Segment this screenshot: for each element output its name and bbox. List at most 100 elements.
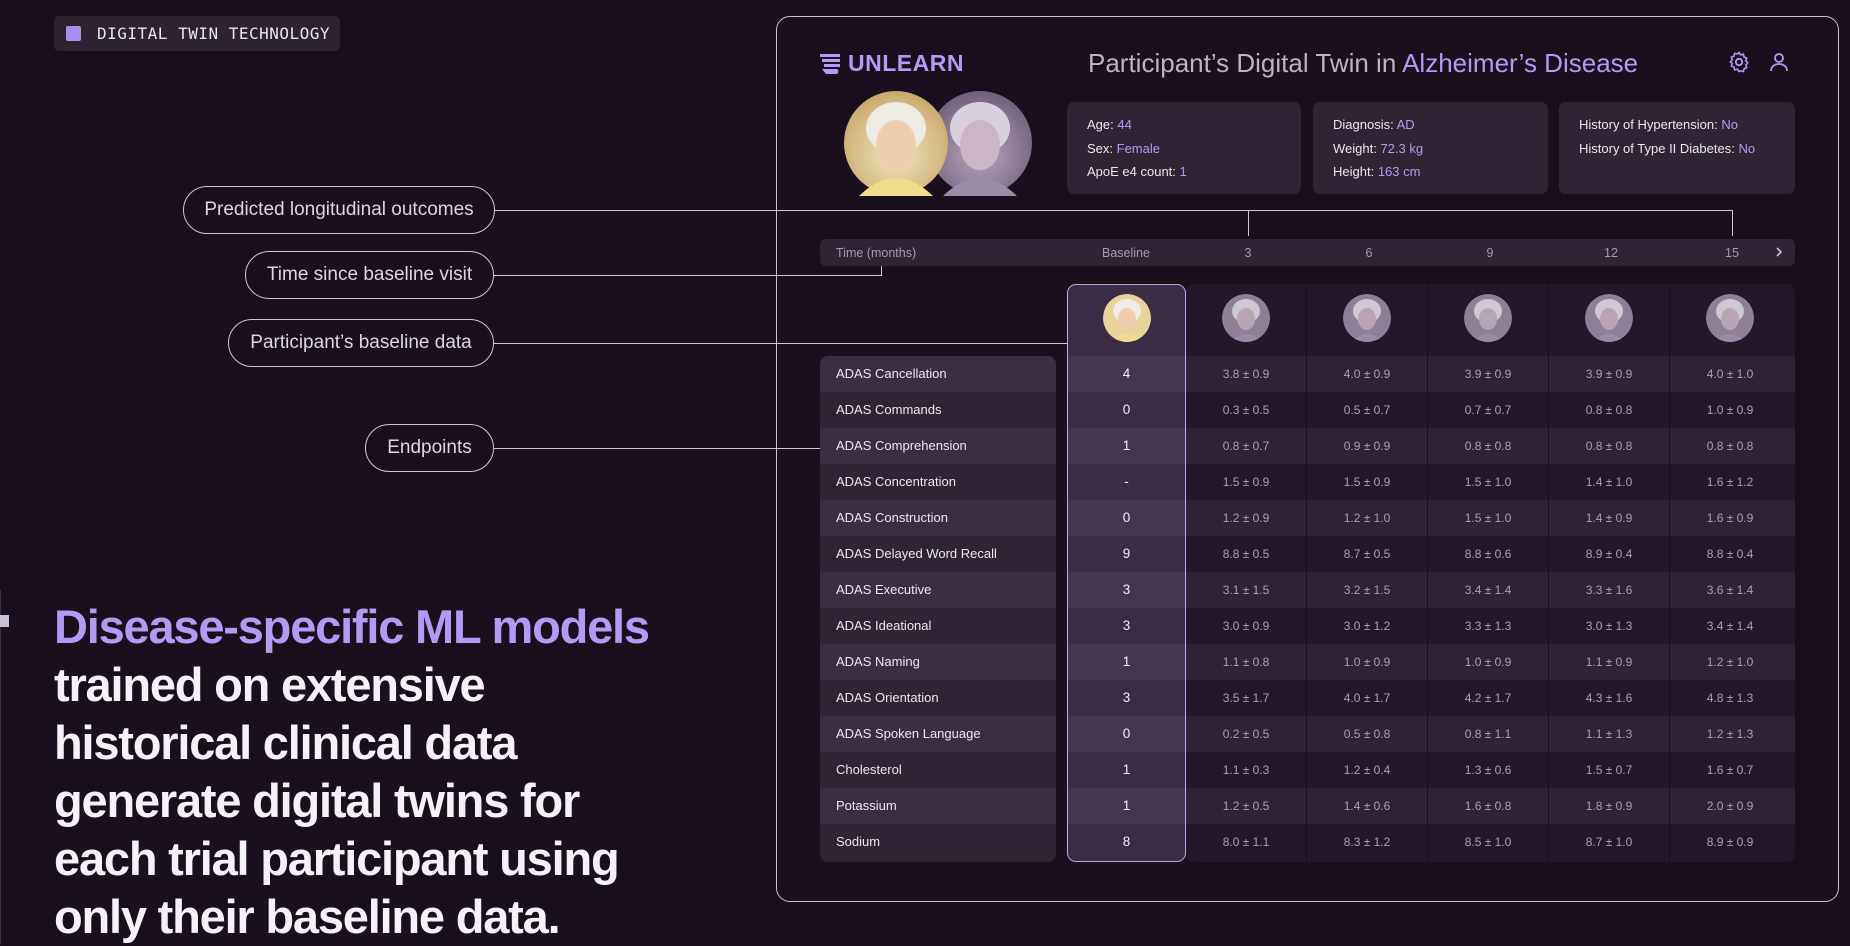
predicted-value: 1.0 ± 0.9 [1343,655,1391,669]
baseline-value: 0 [1122,402,1131,417]
predicted-value: 0.3 ± 0.5 [1222,403,1270,417]
headline-accent: Disease-specific ML models [54,600,650,653]
predicted-value: 1.4 ± 0.6 [1343,799,1391,813]
predicted-value: 4.0 ± 0.9 [1343,367,1391,381]
predicted-value: 0.8 ± 0.8 [1585,439,1633,453]
predicted-value: 1.5 ± 0.7 [1585,763,1633,777]
predicted-value: 1.1 ± 0.9 [1585,655,1633,669]
endpoint-name: ADAS Spoken Language [836,726,981,741]
age-value: 44 [1117,117,1132,132]
clinical-card: Diagnosis: AD Weight: 72.3 kg Height: 16… [1313,102,1548,194]
predicted-value: 0.7 ± 0.7 [1464,403,1512,417]
callout-baseline-data: Participant’s baseline data [228,319,494,367]
headline: Disease-specific ML models trained on ex… [54,598,714,946]
predicted-value: 3.8 ± 0.9 [1222,367,1270,381]
badge-square-icon [66,26,81,41]
callout-predicted-outcomes: Predicted longitudinal outcomes [183,186,495,234]
predicted-value: 8.5 ± 1.0 [1464,835,1512,849]
endpoint-name: ADAS Executive [836,582,932,597]
predicted-value: 1.5 ± 1.0 [1464,475,1512,489]
history-card: History of Hypertension: No History of T… [1559,102,1795,194]
predicted-value: 1.0 ± 0.9 [1464,655,1512,669]
diabetes-value: No [1738,140,1756,156]
predicted-value: 3.4 ± 1.4 [1464,583,1512,597]
age-line: Age: 44 [1087,113,1301,137]
diagnosis-label: Diagnosis: [1333,117,1397,132]
predicted-value: 1.6 ± 0.8 [1464,799,1512,813]
predicted-value: 4.0 ± 1.0 [1706,367,1754,381]
predicted-value: 1.5 ± 0.9 [1222,475,1270,489]
diabetes-line: History of Type II Diabetes: No [1579,137,1795,161]
predicted-value: 4.3 ± 1.6 [1585,691,1633,705]
headline-line: only their baseline data. [54,890,561,943]
time-col-12: 12 [1604,246,1618,260]
endpoint-name: ADAS Naming [836,654,920,669]
height-line: Height: 163 cm [1333,160,1548,184]
predicted-value: 4.0 ± 1.7 [1343,691,1391,705]
predicted-value: 3.3 ± 1.6 [1585,583,1633,597]
predicted-value: 1.5 ± 1.0 [1464,511,1512,525]
predicted-value: 3.6 ± 1.4 [1706,583,1754,597]
predicted-value: 0.8 ± 1.1 [1464,727,1512,741]
baseline-value: 1 [1122,438,1131,453]
chevron-right-icon[interactable] [1772,245,1786,259]
section-badge: DIGITAL TWIN TECHNOLOGY [54,16,341,51]
diabetes-label: History of Type II Diabetes: [1579,140,1739,156]
time-col-3: 3 [1244,246,1252,260]
endpoint-name: Potassium [836,798,897,813]
baseline-value: 9 [1122,546,1131,561]
baseline-value: 1 [1122,762,1131,777]
connector-endpoints [494,448,821,449]
apoe-line: ApoE e4 count: 1 [1087,160,1301,184]
endpoint-name: ADAS Comprehension [836,438,967,453]
time-axis-label: Time (months) [836,246,917,260]
predicted-value: 0.8 ± 0.8 [1585,403,1633,417]
time-col-15: 15 [1725,246,1739,260]
hypertension-line: History of Hypertension: No [1579,113,1795,137]
baseline-value: 0 [1122,510,1131,525]
endpoint-name: ADAS Cancellation [836,366,947,381]
predicted-value: 0.8 ± 0.8 [1706,439,1754,453]
callout-endpoints: Endpoints [365,424,494,472]
panel-title-prefix: Participant’s Digital Twin in [1088,48,1403,78]
predicted-value: 8.8 ± 0.6 [1464,547,1512,561]
predicted-value: 4.8 ± 1.3 [1706,691,1754,705]
predicted-value: 1.6 ± 0.9 [1706,511,1754,525]
predicted-value: 1.1 ± 0.8 [1222,655,1270,669]
diagnosis-value: AD [1396,117,1415,132]
twin-avatar-thumb [1706,294,1754,342]
sex-label: Sex: [1087,140,1117,156]
predicted-value: 1.2 ± 1.0 [1706,655,1754,669]
gear-icon[interactable] [1727,50,1751,74]
predicted-value: 3.2 ± 1.5 [1343,583,1391,597]
user-icon[interactable] [1767,50,1791,74]
endpoint-name: ADAS Construction [836,510,948,525]
baseline-value: 1 [1122,798,1131,813]
left-edge-line [0,590,1,945]
weight-line: Weight: 72.3 kg [1333,137,1548,161]
predicted-value: 0.8 ± 0.7 [1222,439,1270,453]
baseline-value: 3 [1122,690,1131,705]
twin-avatar-thumb [1464,294,1512,342]
predicted-value: 8.8 ± 0.4 [1706,547,1754,561]
twin-avatar-thumb [1343,294,1391,342]
twin-avatar-thumb [1222,294,1270,342]
hypertension-label: History of Hypertension: [1579,117,1722,132]
participant-avatar-pair [844,91,1032,196]
predicted-value: 2.0 ± 0.9 [1706,799,1754,813]
panel-title: Participant’s Digital Twin in Alzheimer’… [1088,48,1638,79]
predicted-value: 1.2 ± 1.0 [1343,511,1391,525]
weight-value: 72.3 kg [1380,140,1424,156]
endpoint-name: ADAS Ideational [836,618,932,633]
predicted-value: 1.6 ± 0.7 [1706,763,1754,777]
predicted-value: 1.6 ± 1.2 [1706,475,1754,489]
apoe-value: 1 [1179,164,1187,179]
callout-time-since-baseline: Time since baseline visit [245,251,494,299]
predicted-value: 8.9 ± 0.4 [1585,547,1633,561]
participant-avatar [844,91,948,196]
badge-label: DIGITAL TWIN TECHNOLOGY [97,24,331,43]
baseline-value: 3 [1122,618,1131,633]
demographics-card: Age: 44 Sex: Female ApoE e4 count: 1 [1067,102,1301,194]
sex-value: Female [1116,140,1160,156]
predicted-value: 8.9 ± 0.9 [1706,835,1754,849]
